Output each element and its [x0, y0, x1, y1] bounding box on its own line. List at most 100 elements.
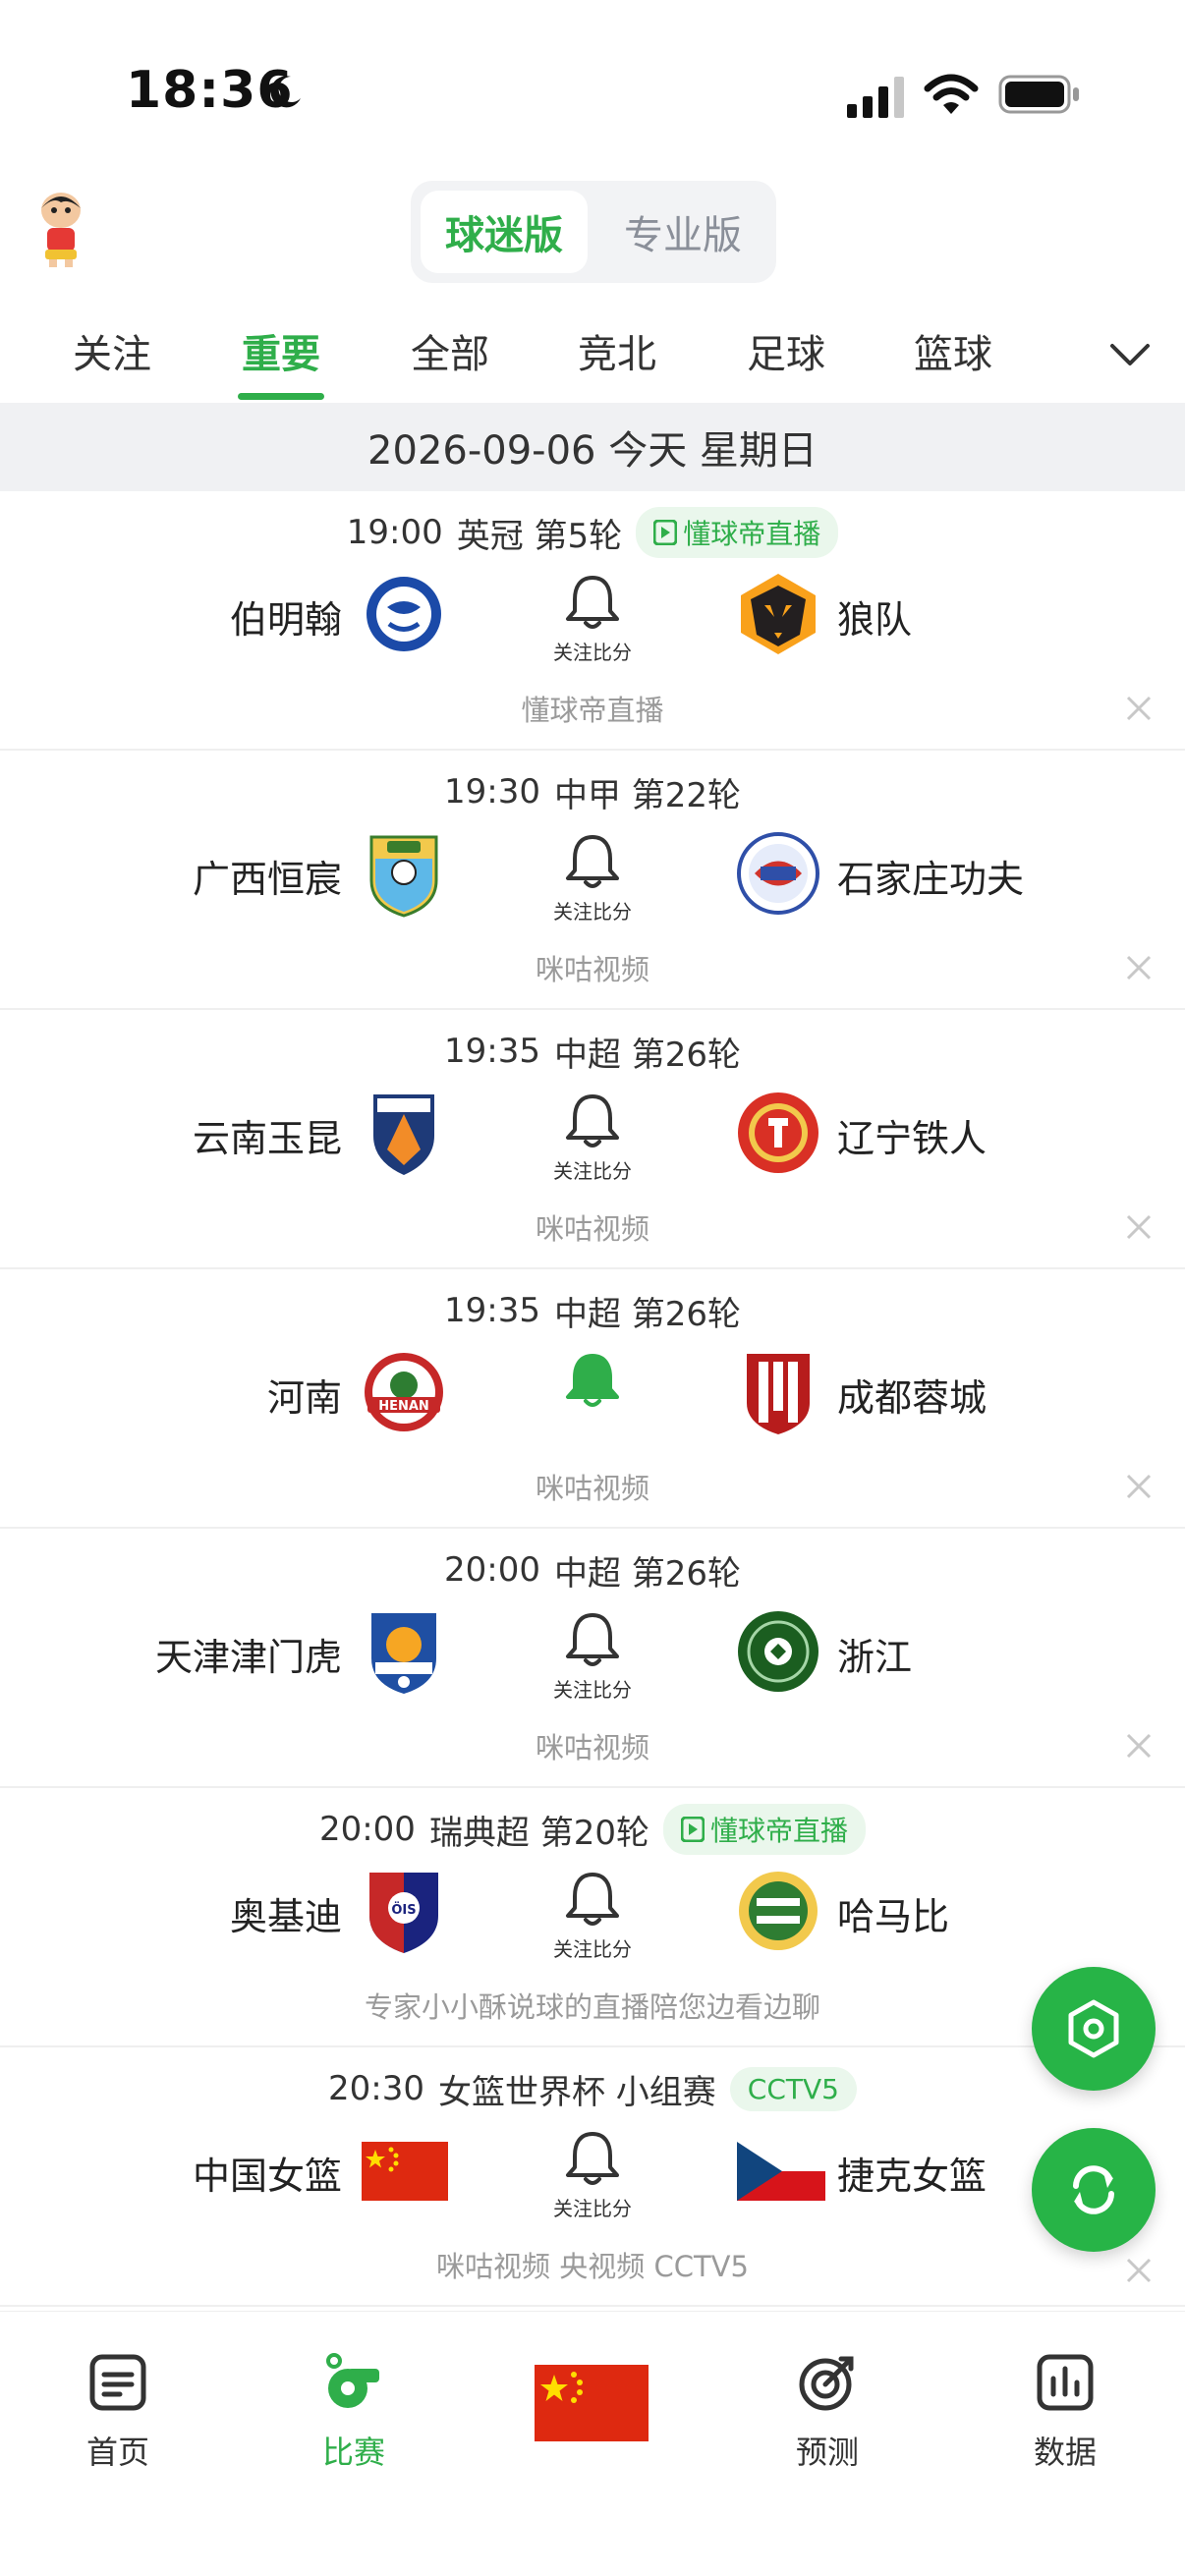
china-flag-icon[interactable]	[535, 2365, 649, 2441]
home-team: 奥基迪	[229, 1895, 342, 1938]
match-card[interactable]: 19:00 英冠 第5轮 懂球帝直播 伯明翰 关注比分 狼队 懂球帝直播	[0, 491, 1185, 751]
broadcast-info: 咪咕视频	[535, 1731, 649, 1764]
whistle-icon	[326, 2353, 379, 2408]
nav-matches-label: 比赛	[321, 2434, 385, 2471]
match-time: 19:35	[443, 1032, 540, 1071]
svg-text:ÖIS: ÖIS	[391, 1902, 416, 1918]
category-tabs: 关注 重要 全部 竞北 足球 篮球	[0, 310, 1185, 405]
channel-badge: 懂球帝直播	[636, 507, 839, 558]
match-card[interactable]: 19:35 中超 第26轮 河南 HENAN 成都蓉城 咪咕视频	[0, 1269, 1185, 1529]
home-team: 伯明翰	[229, 598, 342, 642]
match-league: 中超 第26轮	[553, 1035, 742, 1075]
filter-settings-button[interactable]	[1032, 1967, 1156, 2091]
home-team: 广西恒宸	[192, 858, 342, 901]
bottom-navigation: 首页 比赛 预测 数据	[0, 2311, 1185, 2576]
match-time: 19:00	[346, 513, 443, 552]
nav-matches[interactable]: 比赛	[275, 2351, 432, 2473]
play-icon	[681, 1817, 705, 1842]
nav-data[interactable]: 数据	[987, 2351, 1144, 2473]
follow-score-label: 关注比分	[553, 1937, 632, 1961]
tab-important[interactable]: 重要	[242, 322, 320, 379]
broadcast-info: 咪咕视频	[535, 1472, 649, 1505]
home-team: 河南	[266, 1376, 342, 1420]
channel-badge: CCTV5	[729, 2066, 857, 2111]
china-flag-icon	[362, 2142, 448, 2201]
match-header: 19:35 中超 第26轮	[0, 1024, 1185, 1079]
match-league: 女篮世界杯 小组赛	[437, 2072, 716, 2112]
match-league: 中超 第26轮	[553, 1553, 742, 1594]
fan-version-toggle[interactable]: 球迷版	[421, 191, 588, 273]
bell-icon[interactable]	[562, 831, 623, 894]
avatar[interactable]	[29, 189, 92, 267]
nav-home-label: 首页	[85, 2434, 149, 2471]
bell-icon[interactable]	[562, 572, 623, 635]
hammarby-logo-icon	[739, 1872, 818, 1950]
yunnan-logo-icon	[373, 1094, 434, 1175]
match-card[interactable]: 19:30 中甲 第22轮 广西恒宸 关注比分 石家庄功夫 咪咕视频	[0, 751, 1185, 1010]
version-segment-control: 球迷版 专业版	[411, 181, 776, 283]
away-team: 辽宁铁人	[837, 1117, 988, 1160]
chevron-down-icon[interactable]	[1104, 334, 1156, 373]
date-bar: 2026-09-06 今天 星期日	[0, 403, 1185, 491]
nav-predict[interactable]: 预测	[749, 2351, 906, 2473]
bell-active-icon[interactable]	[562, 1350, 623, 1413]
czech-flag-icon	[737, 2142, 825, 2201]
away-team: 捷克女篮	[837, 2155, 988, 2198]
tab-basketball[interactable]: 篮球	[914, 322, 992, 379]
follow-score-label: 关注比分	[553, 900, 632, 924]
tab-follow[interactable]: 关注	[73, 322, 151, 379]
active-tab-indicator	[238, 393, 324, 400]
broadcast-info: 咪咕视频	[535, 1212, 649, 1246]
away-team: 哈马比	[837, 1895, 950, 1938]
match-league: 中甲 第22轮	[553, 775, 742, 815]
tab-all[interactable]: 全部	[411, 322, 489, 379]
birmingham-logo-icon	[367, 577, 441, 651]
close-icon[interactable]	[1124, 953, 1154, 982]
channel-badge-label: 懂球帝直播	[683, 518, 821, 550]
away-team: 浙江	[837, 1636, 913, 1679]
play-icon	[653, 520, 678, 545]
match-header: 20:00 瑞典超 第20轮 懂球帝直播	[0, 1802, 1185, 1857]
pro-version-toggle[interactable]: 专业版	[599, 191, 766, 273]
match-time: 19:30	[443, 772, 540, 812]
henan-logo-icon: HENAN	[365, 1353, 443, 1431]
wifi-icon	[924, 74, 979, 114]
tab-football[interactable]: 足球	[747, 322, 825, 379]
channel-badge-label: CCTV5	[747, 2072, 839, 2105]
bell-icon[interactable]	[562, 1609, 623, 1672]
bell-icon[interactable]	[562, 1091, 623, 1153]
match-header: 19:30 中甲 第22轮	[0, 764, 1185, 819]
match-time: 20:30	[328, 2069, 424, 2108]
close-icon[interactable]	[1124, 1212, 1154, 1242]
follow-score-label: 关注比分	[553, 2197, 632, 2220]
refresh-button[interactable]	[1032, 2128, 1156, 2252]
tab-jingbei[interactable]: 竞北	[578, 322, 656, 379]
match-card[interactable]: 19:35 中超 第26轮 云南玉昆 关注比分 辽宁铁人 咪咕视频	[0, 1010, 1185, 1269]
close-icon[interactable]	[1124, 694, 1154, 723]
away-team: 狼队	[837, 598, 913, 642]
bell-icon[interactable]	[562, 1869, 623, 1932]
match-league: 中超 第26轮	[553, 1294, 742, 1334]
status-bar: 18:36	[0, 0, 1185, 167]
match-time: 20:00	[318, 1810, 416, 1849]
match-card[interactable]: 20:30 女篮世界杯 小组赛 CCTV5 中国女篮 关注比分 捷克女篮 咪咕视…	[0, 2047, 1185, 2307]
close-icon[interactable]	[1124, 2256, 1154, 2285]
nav-data-label: 数据	[1033, 2434, 1097, 2471]
close-icon[interactable]	[1124, 1731, 1154, 1761]
channel-badge: 懂球帝直播	[663, 1804, 867, 1855]
match-header: 20:30 女篮世界杯 小组赛 CCTV5	[0, 2061, 1185, 2116]
nav-home[interactable]: 首页	[39, 2351, 197, 2473]
home-team: 云南玉昆	[192, 1117, 342, 1160]
match-time: 20:00	[443, 1550, 540, 1590]
match-time: 19:35	[443, 1291, 540, 1330]
svg-text:HENAN: HENAN	[378, 1399, 429, 1414]
signal-icon	[847, 77, 904, 118]
match-league: 英冠 第5轮	[456, 516, 623, 556]
away-team: 石家庄功夫	[837, 858, 1025, 901]
zhejiang-logo-icon	[738, 1611, 818, 1692]
bell-icon[interactable]	[562, 2128, 623, 2191]
match-header: 19:35 中超 第26轮	[0, 1283, 1185, 1338]
close-icon[interactable]	[1124, 1472, 1154, 1501]
match-card[interactable]: 20:00 中超 第26轮 天津津门虎 关注比分 浙江 咪咕视频	[0, 1529, 1185, 1788]
match-card[interactable]: 20:00 瑞典超 第20轮 懂球帝直播 奥基迪 ÖIS 关注比分 哈马比 专家…	[0, 1788, 1185, 2047]
